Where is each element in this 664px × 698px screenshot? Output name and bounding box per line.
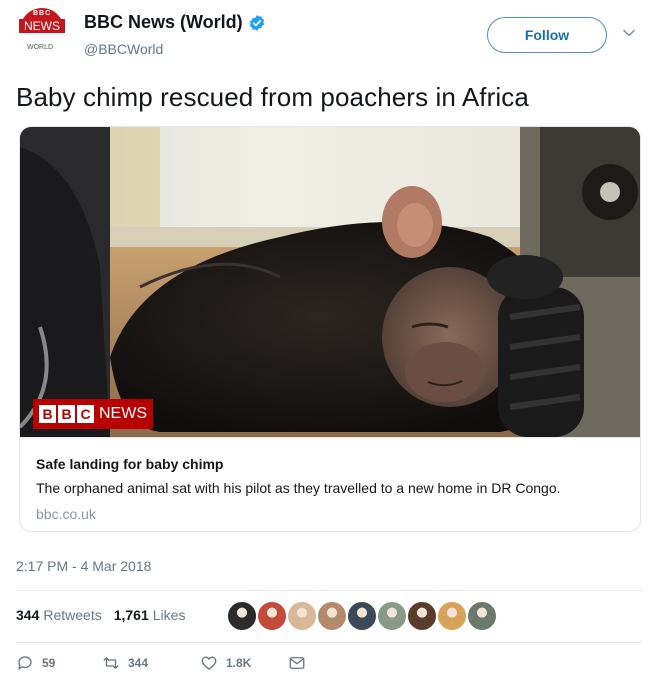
retweets-count[interactable]: 344: [16, 607, 39, 623]
bbc-news-logo: B B C NEWS: [33, 399, 153, 429]
envelope-icon[interactable]: [288, 654, 306, 672]
heart-icon[interactable]: [200, 654, 218, 672]
engagement-stats: 344 Retweets 1,761 Likes: [16, 607, 185, 623]
card-domain: bbc.co.uk: [36, 506, 96, 522]
reply-action[interactable]: 59: [16, 654, 55, 672]
reply-count: 59: [42, 656, 56, 670]
liker-avatar[interactable]: [466, 600, 498, 632]
tweet-header: BBC NEWS WORLD BBC News (World) @BBCWorl…: [16, 8, 648, 64]
avatar-top-text: BBC: [33, 10, 52, 17]
link-card[interactable]: B B C NEWS Safe landing for baby chimp T…: [19, 126, 641, 532]
display-name[interactable]: BBC News (World): [84, 12, 243, 33]
bbc-logo-word: NEWS: [99, 405, 147, 422]
direct-message-action[interactable]: [288, 654, 314, 672]
tweet-timestamp[interactable]: 2:17 PM - 4 Mar 2018: [16, 558, 151, 574]
bbc-logo-letter: B: [58, 405, 75, 423]
bbc-logo-letter: B: [39, 405, 56, 423]
account-handle[interactable]: @BBCWorld: [84, 41, 163, 57]
liker-avatar[interactable]: [286, 600, 318, 632]
card-title[interactable]: Safe landing for baby chimp: [36, 456, 223, 472]
retweet-count: 344: [128, 656, 149, 670]
like-count: 1.8K: [226, 656, 252, 670]
liker-avatars: [226, 600, 498, 632]
divider: [16, 590, 642, 591]
card-image-chimp[interactable]: [20, 127, 641, 437]
likes-count[interactable]: 1,761: [114, 607, 149, 623]
account-avatar[interactable]: BBC NEWS WORLD: [16, 8, 68, 60]
card-text-area[interactable]: Safe landing for baby chimp The orphaned…: [20, 437, 640, 531]
liker-avatar[interactable]: [316, 600, 348, 632]
tweet-actions: 59 344 1.8K: [16, 654, 336, 678]
likes-label[interactable]: Likes: [153, 607, 186, 623]
chevron-down-icon[interactable]: [622, 26, 636, 40]
display-name-row: BBC News (World): [84, 12, 266, 33]
liker-avatar[interactable]: [346, 600, 378, 632]
like-action[interactable]: 1.8K: [200, 654, 251, 672]
liker-avatar[interactable]: [256, 600, 288, 632]
divider: [16, 642, 642, 643]
liker-avatar[interactable]: [376, 600, 408, 632]
liker-avatar[interactable]: [226, 600, 258, 632]
liker-avatar[interactable]: [436, 600, 468, 632]
liker-avatar[interactable]: [406, 600, 438, 632]
retweet-icon[interactable]: [102, 654, 120, 672]
bbc-logo-letter: C: [77, 405, 94, 423]
retweet-action[interactable]: 344: [102, 654, 148, 672]
tweet-text: Baby chimp rescued from poachers in Afri…: [16, 82, 529, 112]
reply-icon[interactable]: [16, 654, 34, 672]
avatar-main-text: NEWS: [19, 19, 65, 33]
retweets-label[interactable]: Retweets: [43, 607, 101, 623]
card-description: The orphaned animal sat with his pilot a…: [36, 480, 561, 496]
verified-badge-icon: [249, 14, 264, 31]
avatar-sub-text: WORLD: [27, 44, 54, 51]
follow-button[interactable]: Follow: [487, 17, 607, 53]
